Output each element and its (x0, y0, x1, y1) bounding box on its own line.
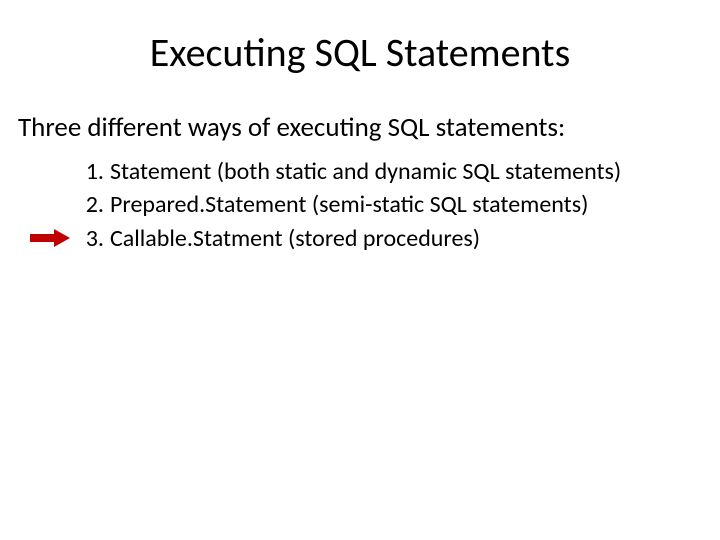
slide-title: Executing SQL Statements (18, 28, 702, 77)
list-number: 2. (76, 188, 104, 222)
list-text: Prepared.Statement (semi-static SQL stat… (110, 188, 702, 222)
list-number: 3. (76, 222, 104, 256)
arrow-shape (30, 229, 70, 247)
numbered-list: 1. Statement (both static and dynamic SQ… (76, 155, 702, 256)
list-item: 2. Prepared.Statement (semi-static SQL s… (76, 188, 702, 222)
arrow-right-icon (30, 228, 70, 248)
list-item: 1. Statement (both static and dynamic SQ… (76, 155, 702, 189)
intro-text: Three different ways of executing SQL st… (18, 111, 702, 145)
slide: Executing SQL Statements Three different… (0, 0, 720, 540)
list-number: 1. (76, 155, 104, 189)
list-text: Callable.Statment (stored procedures) (110, 222, 702, 256)
list-item: 3. Callable.Statment (stored procedures) (76, 222, 702, 256)
list-text: Statement (both static and dynamic SQL s… (110, 155, 702, 189)
